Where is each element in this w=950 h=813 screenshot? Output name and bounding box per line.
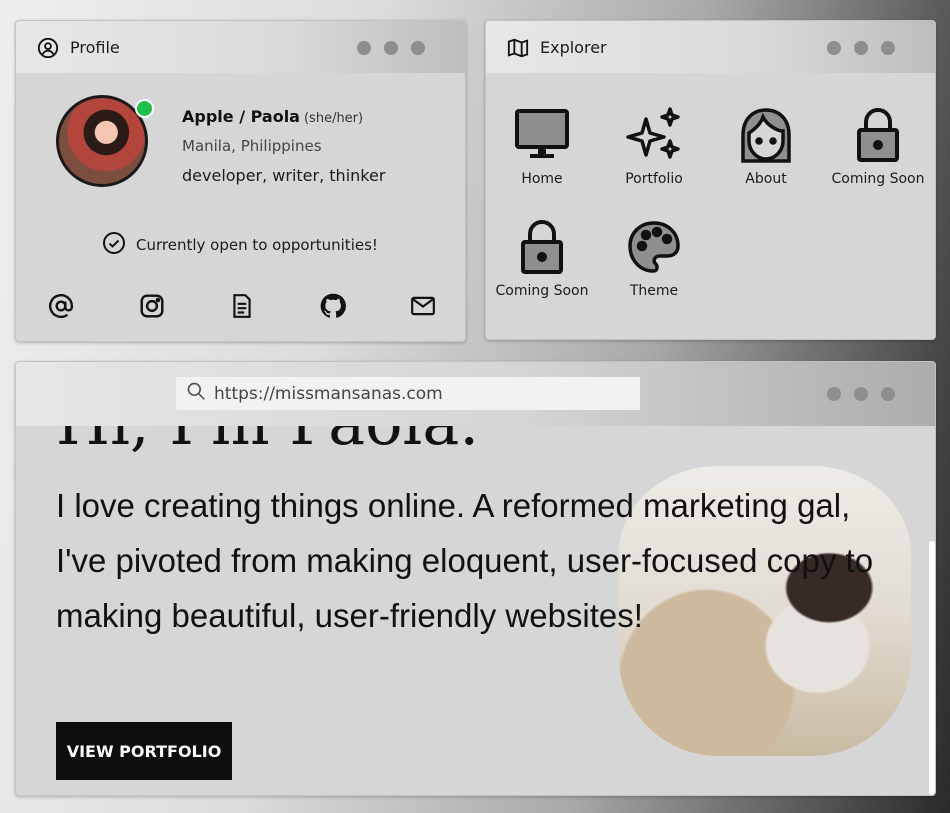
app-theme[interactable]: Theme	[598, 219, 710, 299]
map-icon	[507, 37, 529, 59]
profile-description: developer, writer, thinker	[182, 166, 386, 185]
social-links	[46, 291, 438, 321]
sparkles-icon	[624, 107, 684, 163]
window-dot-button[interactable]	[827, 387, 841, 401]
profile-window: Profile Apple / Paola (she/her) Manila, P…	[15, 20, 466, 342]
window-dot-button[interactable]	[411, 41, 425, 55]
mail-icon[interactable]	[408, 291, 438, 321]
status-text: Currently open to opportunities!	[136, 236, 378, 254]
window-dot-button[interactable]	[881, 387, 895, 401]
app-coming-soon[interactable]: Coming Soon	[486, 219, 598, 299]
window-dot-button[interactable]	[384, 41, 398, 55]
app-about[interactable]: About	[710, 107, 822, 187]
view-portfolio-button[interactable]: VIEW PORTFOLIO	[56, 722, 232, 780]
app-label: Home	[521, 171, 563, 187]
lock-icon	[512, 219, 572, 275]
window-controls	[827, 387, 895, 401]
profile-location: Manila, Philippines	[182, 137, 322, 155]
app-portfolio[interactable]: Portfolio	[598, 107, 710, 187]
app-label: Coming Soon	[495, 283, 589, 299]
check-circle-icon	[102, 231, 126, 259]
status-row: Currently open to opportunities!	[102, 231, 378, 259]
instagram-icon[interactable]	[137, 291, 167, 321]
window-controls	[827, 41, 895, 55]
browser-titlebar[interactable]: https://missmansanas.com	[16, 362, 935, 426]
explorer-window: Explorer Home Portfolio About Coming Soo…	[485, 20, 936, 340]
avatar-wrap	[56, 95, 154, 191]
bio-text: I love creating things online. A reforme…	[56, 487, 874, 634]
window-dot-button[interactable]	[827, 41, 841, 55]
url-bar[interactable]: https://missmansanas.com	[176, 377, 640, 410]
app-label: Theme	[629, 283, 679, 299]
profile-titlebar[interactable]: Profile	[16, 21, 465, 73]
profile-name: Apple / Paola	[182, 107, 300, 126]
app-home[interactable]: Home	[486, 107, 598, 187]
page-heading: Hi, I'm Paola.	[56, 426, 479, 459]
browser-content: Hi, I'm Paola. I love creating things on…	[16, 426, 935, 795]
profile-title: Profile	[70, 38, 120, 57]
window-dot-button[interactable]	[357, 41, 371, 55]
at-sign-icon[interactable]	[46, 291, 76, 321]
explorer-titlebar[interactable]: Explorer	[486, 21, 935, 73]
explorer-title: Explorer	[540, 38, 607, 57]
profile-name-row: Apple / Paola (she/her)	[182, 107, 363, 126]
github-icon[interactable]	[318, 291, 348, 321]
window-dot-button[interactable]	[881, 41, 895, 55]
user-circle-icon	[37, 37, 59, 59]
lock-icon	[848, 107, 908, 163]
url-text: https://missmansanas.com	[214, 383, 443, 404]
window-dot-button[interactable]	[854, 41, 868, 55]
app-label: Coming Soon	[831, 171, 925, 187]
browser-window: https://missmansanas.com Hi, I'm Paola. …	[15, 361, 936, 796]
monitor-icon	[512, 107, 572, 163]
document-icon[interactable]	[227, 291, 257, 321]
face-icon	[736, 107, 796, 163]
app-label: Portfolio	[625, 171, 683, 187]
window-controls	[357, 41, 425, 55]
scrollbar[interactable]	[929, 541, 935, 795]
search-icon	[186, 381, 206, 406]
online-indicator	[135, 99, 154, 118]
app-label: About	[745, 171, 787, 187]
app-coming-soon[interactable]: Coming Soon	[822, 107, 934, 187]
profile-pronouns: (she/her)	[303, 111, 364, 126]
window-dot-button[interactable]	[854, 387, 868, 401]
palette-icon	[624, 219, 684, 275]
